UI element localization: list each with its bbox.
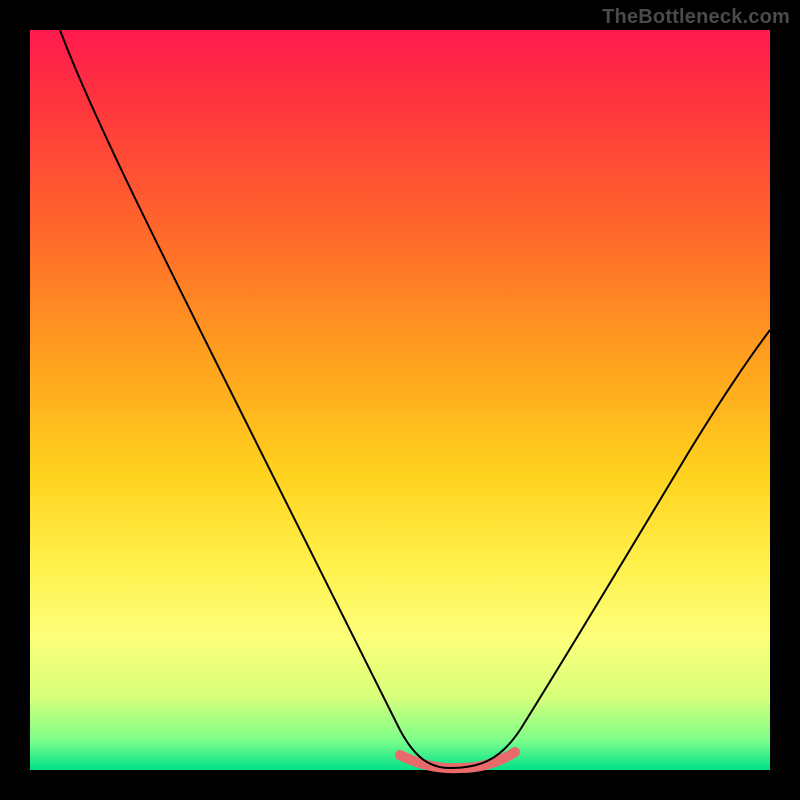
watermark-text: TheBottleneck.com xyxy=(602,6,790,29)
curve-layer xyxy=(30,30,770,770)
curve-left-branch xyxy=(60,30,450,768)
plot-area xyxy=(30,30,770,770)
curve-right-branch xyxy=(450,330,770,768)
chart-frame: TheBottleneck.com xyxy=(0,0,800,800)
